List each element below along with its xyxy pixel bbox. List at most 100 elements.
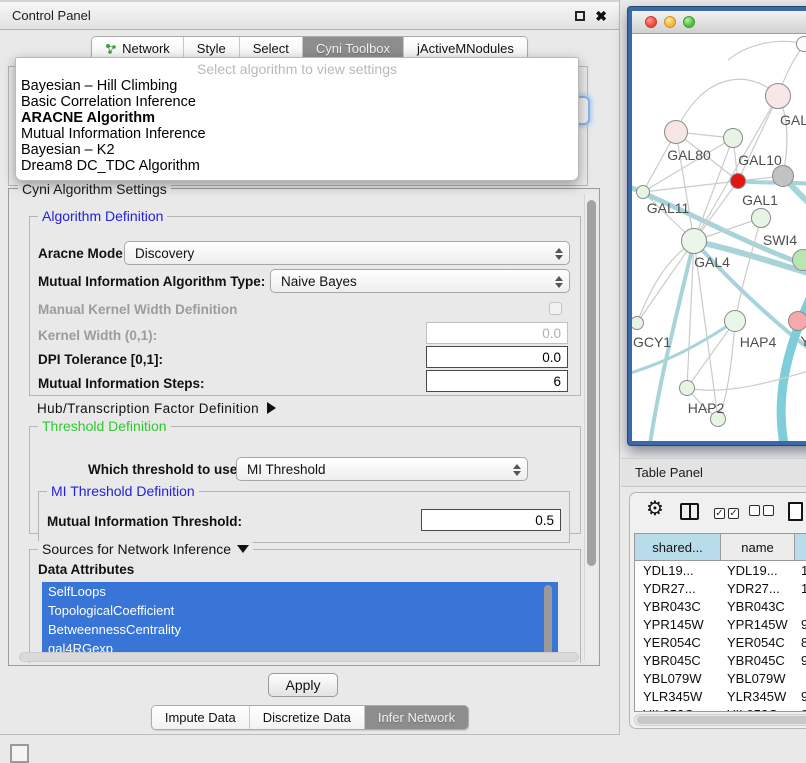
network-node-gal1[interactable] xyxy=(751,208,771,228)
table-horizontal-scrollbar[interactable] xyxy=(634,714,806,726)
algorithm-option-mutual-information-inference[interactable]: Mutual Information Inference xyxy=(16,126,578,142)
table-cell: YDR27... xyxy=(635,579,721,597)
node-label-gal10: GAL10 xyxy=(738,152,782,168)
tab-label: Select xyxy=(253,41,289,56)
sources-title-text: Sources for Network Inference xyxy=(42,541,231,557)
network-window-titlebar[interactable] xyxy=(632,11,806,34)
algorithm-option-basic-correlation-inference[interactable]: Basic Correlation Inference xyxy=(16,94,578,110)
mi-steps-field[interactable]: 6 xyxy=(426,370,568,392)
table-cell: YBR045C xyxy=(635,651,721,669)
hub-definition-toggle[interactable]: Hub/Transcription Factor Definition xyxy=(37,401,276,416)
sources-title[interactable]: Sources for Network Inference xyxy=(38,541,253,557)
control-panel: Control Panel ✖ NetworkStyleSelectCyni T… xyxy=(0,0,620,735)
table-row[interactable]: YBR045CYBR045C9. xyxy=(635,651,806,669)
bottom-tab-discretize-data[interactable]: Discretize Data xyxy=(249,706,364,729)
select-all-checks-icon[interactable]: ✓✓ xyxy=(714,503,742,521)
float-window-button[interactable] xyxy=(575,11,585,21)
algorithm-option-bayesian-k2[interactable]: Bayesian – K2 xyxy=(16,142,578,158)
algorithm-option-aracne-algorithm[interactable]: ARACNE Algorithm xyxy=(16,110,578,126)
network-canvas[interactable]: GALGAL80GAL10GAL1GAL11GAL4SWI4GCY1HAP4YH… xyxy=(632,34,806,441)
network-node-gal4[interactable] xyxy=(681,228,707,254)
bottom-tab-impute-data[interactable]: Impute Data xyxy=(152,706,249,729)
dpi-tolerance-label: DPI Tolerance [0,1]: xyxy=(38,352,163,367)
table-row[interactable]: YDR27...YDR27...12 xyxy=(635,579,806,597)
kernel-width-label: Kernel Width (0,1): xyxy=(38,328,157,343)
table-row[interactable]: YBL079WYBL079W xyxy=(635,669,806,687)
which-threshold-value: MI Threshold xyxy=(247,462,326,477)
network-view-window: GALGAL80GAL10GAL1GAL11GAL4SWI4GCY1HAP4YH… xyxy=(628,7,806,445)
manual-kernel-checkbox[interactable] xyxy=(549,302,562,315)
column-header-a[interactable]: A xyxy=(795,534,806,561)
mi-type-label: Mutual Information Algorithm Type: xyxy=(38,274,265,289)
close-traffic-light[interactable] xyxy=(645,16,657,28)
network-node-top-corner[interactable] xyxy=(796,36,806,52)
table-cell: 9. xyxy=(795,615,806,633)
attribute-list-scrollbar[interactable] xyxy=(544,585,552,655)
aracne-mode-label: Aracne Mode: xyxy=(38,246,127,261)
attribute-item-selfloops[interactable]: SelfLoops xyxy=(42,582,558,601)
kernel-width-field[interactable]: 0.0 xyxy=(426,322,568,344)
network-node-hap4[interactable] xyxy=(724,310,746,332)
network-node-pink-top[interactable] xyxy=(765,83,791,109)
table-row[interactable]: YIL052CYIL052C9. xyxy=(635,705,806,712)
zoom-traffic-light[interactable] xyxy=(683,16,695,28)
attribute-item-betweennesscentrality[interactable]: BetweennessCentrality xyxy=(42,620,558,639)
tab-label: Infer Network xyxy=(378,710,455,725)
network-node-hap2[interactable] xyxy=(679,380,695,396)
bottom-tab-bar-wrap: Impute DataDiscretize Data Infer Network xyxy=(0,705,620,730)
settings-horizontal-scrollbar[interactable] xyxy=(19,652,579,662)
algorithm-option-dream8-dc-tdc-algorithm[interactable]: Dream8 DC_TDC Algorithm xyxy=(16,158,578,174)
table-row[interactable]: YDL19...YDL19...13 xyxy=(635,561,806,579)
collapsed-panel-icon[interactable] xyxy=(10,744,29,763)
settings-scroll-thumb[interactable] xyxy=(587,200,596,566)
minimize-traffic-light[interactable] xyxy=(664,16,676,28)
columns-icon[interactable] xyxy=(680,503,699,520)
algorithm-option-bayesian-hill-climbing[interactable]: Bayesian – Hill Climbing xyxy=(16,78,578,94)
attribute-list: SelfLoopsTopologicalCoefficientBetweenne… xyxy=(42,582,558,658)
mi-threshold-group: MI Threshold Definition Mutual Informati… xyxy=(38,491,570,543)
which-threshold-combobox[interactable]: MI Threshold xyxy=(236,457,528,481)
table-row[interactable]: YLR345WYLR345W9. xyxy=(635,687,806,705)
table-cell: 9. xyxy=(795,705,806,712)
table-cell: YLR345W xyxy=(635,687,721,705)
network-node-gal10[interactable] xyxy=(723,128,743,148)
node-label-y: Y xyxy=(800,333,806,349)
settings-vertical-scrollbar[interactable] xyxy=(584,194,597,660)
network-node-gal80[interactable] xyxy=(664,120,688,144)
node-label-gal: GAL xyxy=(780,112,806,128)
network-node-gal11[interactable] xyxy=(636,185,650,199)
mi-threshold-field[interactable]: 0.5 xyxy=(421,509,561,531)
mi-type-combobox[interactable]: Naive Bayes xyxy=(270,269,570,293)
table-row[interactable]: YER054CYER054C8. xyxy=(635,633,806,651)
column-header-name[interactable]: name xyxy=(721,534,795,561)
attribute-table: shared...nameA YDL19...YDL19...13YDR27..… xyxy=(634,533,806,712)
attribute-item-topologicalcoefficient[interactable]: TopologicalCoefficient xyxy=(42,601,558,620)
document-icon[interactable] xyxy=(788,502,803,521)
manual-kernel-label: Manual Kernel Width Definition xyxy=(38,302,237,317)
apply-button[interactable]: Apply xyxy=(268,673,338,697)
network-node-pink-right[interactable] xyxy=(788,311,806,331)
column-header-shared[interactable]: shared... xyxy=(635,534,721,561)
table-row[interactable]: YBR043CYBR043C xyxy=(635,597,806,615)
table-cell: 9. xyxy=(795,651,806,669)
network-node-red[interactable] xyxy=(730,173,746,189)
clear-all-checks-icon[interactable] xyxy=(749,503,777,521)
table-cell: YDL19... xyxy=(721,561,795,579)
stepper-arrows-icon xyxy=(554,273,563,291)
gear-icon[interactable]: ⚙ xyxy=(646,499,664,519)
table-scroll-thumb[interactable] xyxy=(637,716,806,724)
bottom-tab-infer-network[interactable]: Infer Network xyxy=(364,706,468,729)
network-node-gray[interactable] xyxy=(772,165,794,187)
bottom-tab-bar: Impute DataDiscretize Data Infer Network xyxy=(151,705,469,730)
node-label-hap4: HAP4 xyxy=(740,334,777,350)
table-header-row: shared...nameA xyxy=(635,534,806,561)
table-cell: YER054C xyxy=(635,633,721,651)
table-cell: YDR27... xyxy=(721,579,795,597)
dpi-tolerance-field[interactable]: 0.0 xyxy=(426,346,568,368)
close-icon[interactable]: ✖ xyxy=(595,11,607,21)
control-panel-title: Control Panel xyxy=(12,8,565,23)
aracne-mode-combobox[interactable]: Discovery xyxy=(124,241,570,265)
table-row[interactable]: YPR145WYPR145W9. xyxy=(635,615,806,633)
node-label-gcy1: GCY1 xyxy=(633,334,671,350)
node-label-hap2: HAP2 xyxy=(688,400,725,416)
